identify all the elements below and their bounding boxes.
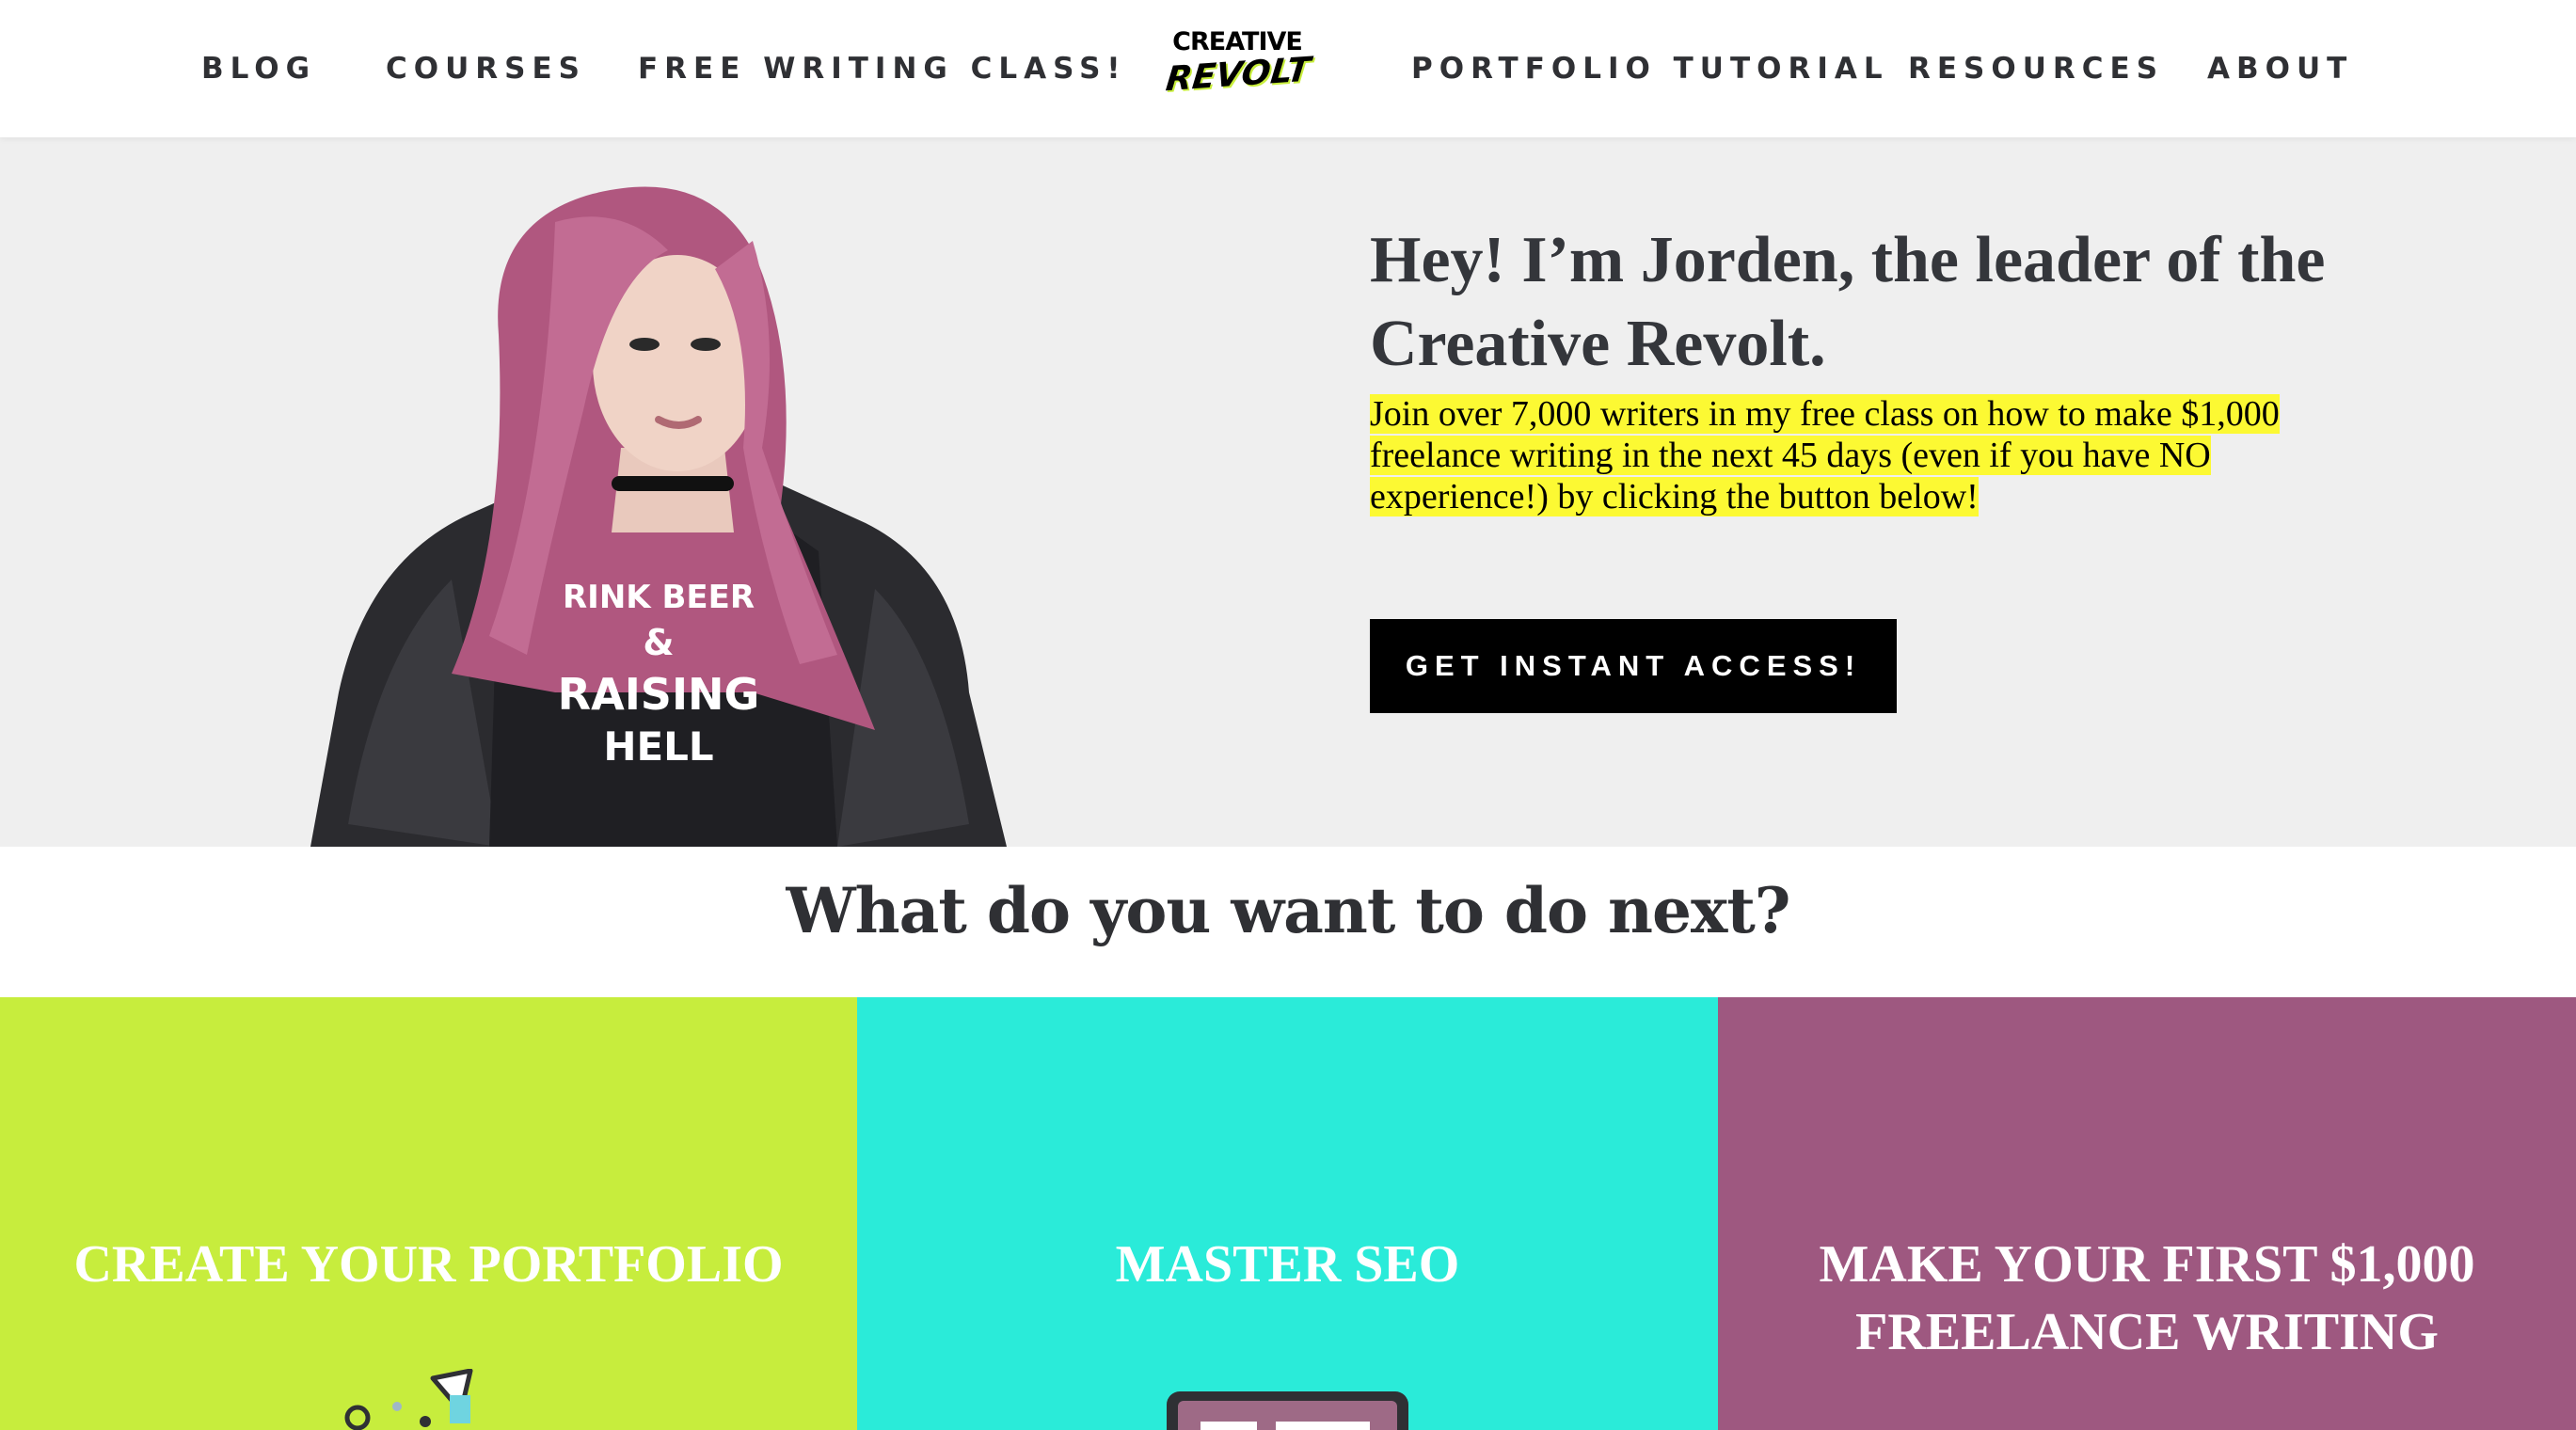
site-logo[interactable]: CREATIVE REVOLT — [1164, 28, 1312, 103]
site-header: BLOG COURSES FREE WRITING CLASS! CREATIV… — [0, 0, 2576, 137]
highlighted-text: Join over 7,000 writers in my free class… — [1370, 394, 2280, 516]
card-title: MAKE YOUR FIRST $1,000 FREELANCE WRITING — [1819, 1235, 2475, 1361]
nav-resources[interactable]: RESOURCES — [1908, 52, 2164, 86]
section-heading: What do you want to do next? — [786, 874, 1791, 947]
card-create-portfolio[interactable]: CREATE YOUR PORTFOLIO — [0, 997, 857, 1430]
nav-courses[interactable]: COURSES — [386, 52, 586, 86]
nav-free-writing-class[interactable]: FREE WRITING CLASS! — [638, 52, 1127, 86]
nav-about[interactable]: ABOUT — [2207, 52, 2353, 86]
card-title: CREATE YOUR PORTFOLIO — [73, 1235, 784, 1294]
hero-section: RINK BEER & RAISING HELL Hey! I’m Jorden… — [0, 137, 2576, 847]
hero-title: Hey! I’m Jorden, the leader of the Creat… — [1370, 224, 2326, 380]
card-title: MASTER SEO — [1115, 1235, 1460, 1294]
portfolio-doodle-icon — [344, 1369, 473, 1430]
shirt-text-3: RAISING — [558, 669, 760, 720]
card-master-seo[interactable]: MASTER SEO — [857, 997, 1718, 1430]
nav-blog[interactable]: BLOG — [201, 52, 316, 86]
get-instant-access-button[interactable]: GET INSTANT ACCESS! — [1370, 619, 1897, 713]
nav-portfolio-tutorial[interactable]: PORTFOLIO TUTORIAL — [1411, 52, 1889, 86]
hero-description: Join over 7,000 writers in my free class… — [1370, 393, 2311, 517]
card-first-1000[interactable]: MAKE YOUR FIRST $1,000 FREELANCE WRITING — [1718, 997, 2576, 1430]
computer-monitor-icon — [1167, 1391, 1408, 1430]
logo-text-bottom: REVOLT — [1164, 50, 1312, 100]
author-portrait: RINK BEER & RAISING HELL — [310, 186, 1007, 847]
shirt-text-1: RINK BEER — [563, 579, 755, 616]
shirt-text-2: & — [643, 622, 674, 663]
shirt-text-4: HELL — [603, 723, 713, 770]
